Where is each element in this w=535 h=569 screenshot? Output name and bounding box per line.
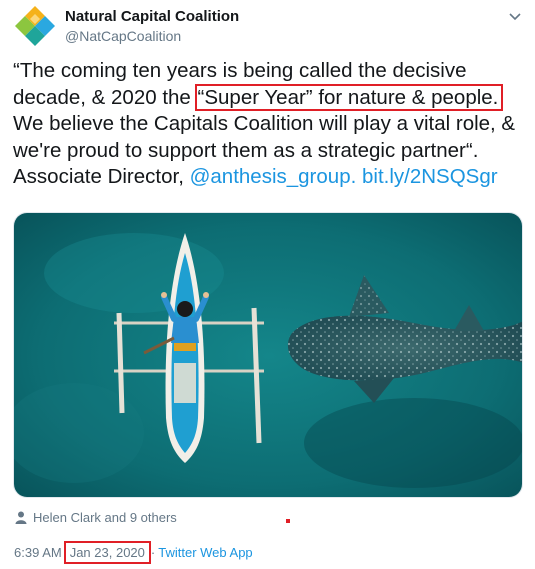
chevron-down-icon[interactable] — [507, 8, 523, 24]
tweet-photo[interactable] — [13, 212, 523, 498]
boat-whale-shark-image — [14, 213, 522, 497]
tweet-text: “The coming ten years is being called th… — [13, 58, 523, 191]
person-icon — [15, 511, 27, 524]
annotation-dot — [286, 519, 290, 523]
tweet-date[interactable]: Jan 23, 2020 — [63, 541, 151, 564]
highlighted-phrase: “Super Year” for nature & people. — [194, 83, 504, 111]
avatar[interactable] — [15, 6, 55, 46]
liked-by[interactable]: Helen Clark and 9 others — [15, 510, 177, 525]
account-handle[interactable]: @NatCapCoalition — [65, 28, 181, 44]
meta-separator: · — [150, 545, 156, 560]
tweet-header: Natural Capital Coalition @NatCapCoaliti… — [15, 6, 525, 48]
liked-by-text: Helen Clark and 9 others — [33, 510, 177, 525]
tweet-time[interactable]: 6:39 AM — [14, 545, 62, 560]
mention-link[interactable]: @anthesis_group. — [190, 165, 357, 188]
source-app-link[interactable]: Twitter Web App — [158, 545, 252, 560]
tweet-meta: 6:39 AM Jan 23, 2020 · Twitter Web App — [14, 541, 253, 564]
account-name[interactable]: Natural Capital Coalition — [65, 8, 239, 25]
url-link[interactable]: bit.ly/2NSQSgr — [362, 165, 498, 188]
